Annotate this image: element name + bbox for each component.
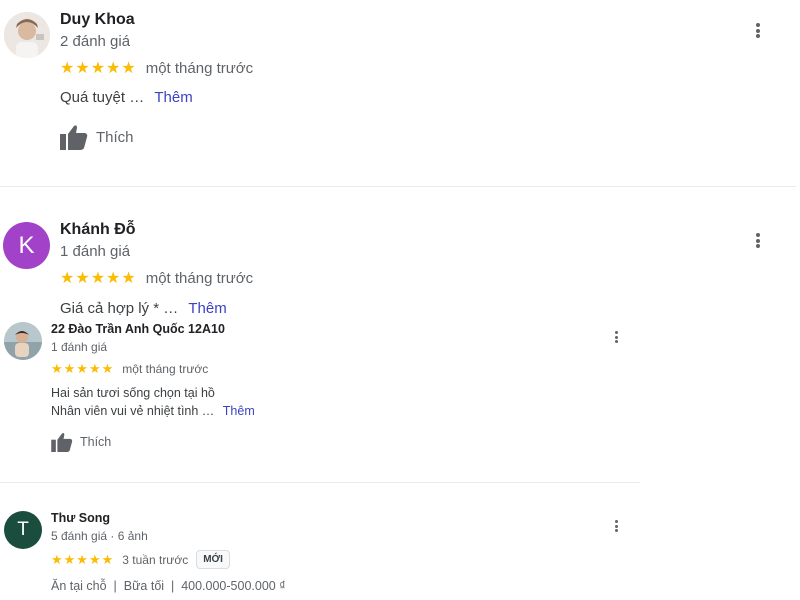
reviewer-avatar[interactable] — [4, 322, 42, 360]
review-time: một tháng trước — [145, 59, 254, 77]
review-time: một tháng trước — [122, 362, 209, 376]
rating-row: ★★★★★ một tháng trước — [51, 361, 208, 377]
reviewer-photo — [4, 322, 42, 360]
avatar-letter: T — [17, 519, 29, 540]
reviewer-avatar[interactable] — [4, 12, 50, 58]
like-label: Thích — [80, 435, 112, 449]
avatar-letter: K — [18, 231, 35, 259]
rating-row: ★★★★★ một tháng trước — [60, 58, 253, 78]
review-text: Quá tuyệt … Thêm — [60, 89, 193, 106]
star-rating: ★★★★★ — [51, 361, 115, 376]
reviewer-avatar[interactable]: T — [4, 511, 42, 549]
review-count: 5 đánh giá · 6 ảnh — [51, 529, 148, 543]
reviewer-avatar[interactable]: K — [3, 222, 50, 269]
more-link[interactable]: Thêm — [154, 89, 192, 106]
reviewer-name[interactable]: 22 Đào Trần Anh Quốc 12A10 — [51, 322, 225, 336]
review-text: Giá cả hợp lý * … Thêm — [60, 300, 227, 316]
review-count: 1 đánh giá — [51, 340, 108, 354]
review-count: 2 đánh giá — [60, 33, 131, 50]
review-snippet: Quá tuyệt … — [60, 89, 145, 106]
like-button[interactable]: Thích — [60, 124, 134, 150]
more-link[interactable]: Thêm — [223, 404, 255, 418]
review-time: 3 tuần trước — [122, 552, 189, 567]
review-snippet: Nhân viên vui vẻ nhiệt tình … — [51, 404, 215, 418]
review-details: Ăn tại chỗ | Bữa tối | 400.000-500.000 ₫ — [51, 579, 286, 593]
reviewer-name[interactable]: Duy Khoa — [60, 11, 135, 29]
more-options-icon[interactable] — [755, 233, 761, 248]
star-rating: ★★★★★ — [60, 60, 137, 77]
divider — [0, 186, 796, 187]
review-text: Nhân viên vui vẻ nhiệt tình … Thêm — [51, 404, 255, 418]
divider — [0, 482, 640, 483]
reviewer-name[interactable]: Khánh Đỗ — [60, 221, 136, 239]
reviewer-name[interactable]: Thư Song — [51, 511, 110, 525]
more-options-icon[interactable] — [614, 331, 619, 343]
like-label: Thích — [96, 128, 134, 146]
more-options-icon[interactable] — [755, 23, 761, 38]
new-badge: MỚI — [196, 550, 230, 569]
thumbs-up-icon — [60, 125, 88, 150]
review-snippet: Giá cả hợp lý * … — [60, 300, 179, 316]
star-rating: ★★★★★ — [51, 551, 115, 567]
star-rating: ★★★★★ — [60, 270, 137, 287]
thumbs-up-icon — [51, 433, 73, 452]
review-count: 1 đánh giá — [60, 243, 131, 260]
reviewer-photo — [4, 12, 50, 58]
more-link[interactable]: Thêm — [188, 300, 226, 316]
review-time: một tháng trước — [145, 269, 254, 287]
rating-row: ★★★★★ 3 tuần trước MỚI — [51, 550, 230, 569]
review-text-line: Hai sản tươi sống chọn tại hồ — [51, 386, 215, 400]
like-button[interactable]: Thích — [51, 432, 111, 452]
more-options-icon[interactable] — [614, 520, 619, 532]
rating-row: ★★★★★ một tháng trước — [60, 268, 253, 288]
